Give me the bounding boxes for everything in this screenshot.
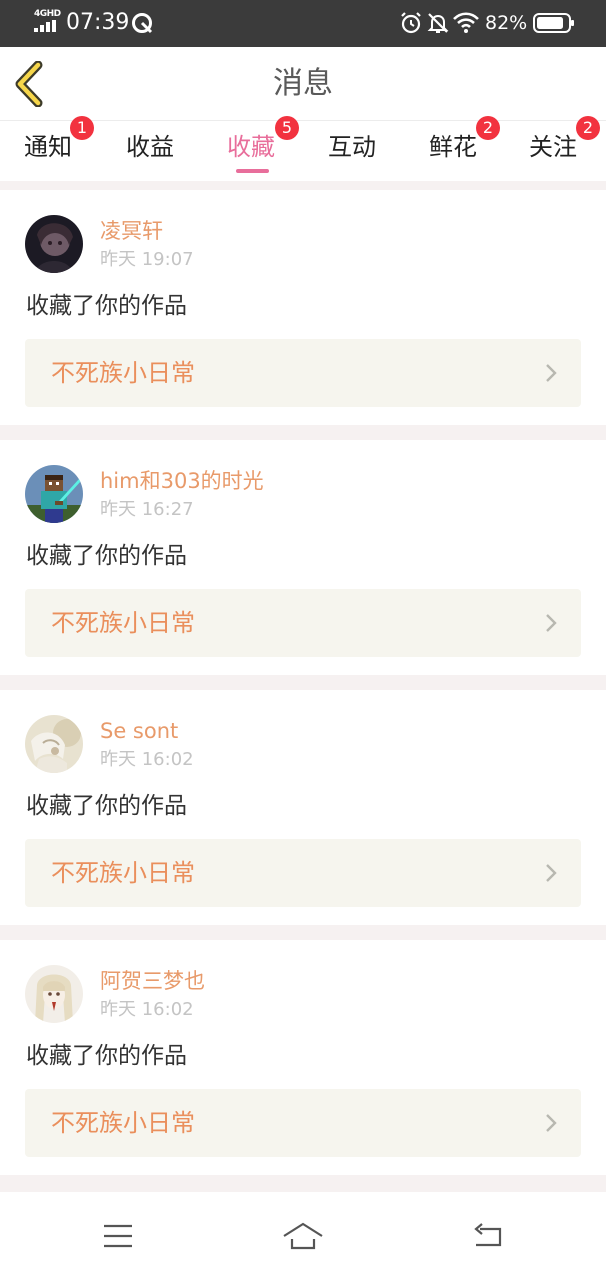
chevron-right-icon <box>546 1114 557 1132</box>
username-link[interactable]: Se sont <box>100 718 178 744</box>
tab-interactions[interactable]: 互动 <box>303 121 403 181</box>
app-root: 4GHD 07:39 82% 消息 通知 1 收益 收藏 5 互动 鲜花 2 关… <box>0 0 606 1280</box>
tab-notifications[interactable]: 通知 1 <box>0 116 100 181</box>
timestamp: 昨天 16:02 <box>100 749 194 770</box>
unread-badge: 5 <box>275 116 299 140</box>
tab-bar: 通知 1 收益 收藏 5 互动 鲜花 2 关注 2 <box>0 116 606 181</box>
timestamp: 昨天 16:02 <box>100 999 194 1020</box>
work-title: 不死族小日常 <box>51 609 195 637</box>
tab-label: 鲜花 <box>429 133 477 161</box>
username-link[interactable]: 阿贺三梦也 <box>100 968 205 994</box>
app-notification-icon <box>132 13 153 34</box>
home-icon <box>283 1222 323 1250</box>
tab-label: 收益 <box>126 133 174 161</box>
avatar[interactable] <box>25 465 83 523</box>
avatar[interactable] <box>25 715 83 773</box>
work-link[interactable]: 不死族小日常 <box>25 1089 581 1157</box>
home-button[interactable] <box>273 1214 333 1258</box>
action-text: 收藏了你的作品 <box>26 293 187 319</box>
bell-mute-icon <box>427 13 449 33</box>
tab-follows[interactable]: 关注 2 <box>505 116 606 181</box>
network-indicator: 4GHD <box>33 9 63 33</box>
menu-icon <box>104 1224 132 1248</box>
work-title: 不死族小日常 <box>51 859 195 887</box>
active-tab-indicator <box>236 169 269 173</box>
timestamp: 昨天 19:07 <box>100 249 194 270</box>
work-title: 不死族小日常 <box>51 359 195 387</box>
username-link[interactable]: him和303的时光 <box>100 468 264 494</box>
page-title: 消息 <box>273 66 333 101</box>
list-item: Se sont 昨天 16:02 收藏了你的作品 不死族小日常 <box>0 690 606 925</box>
chevron-right-icon <box>546 864 557 882</box>
tab-label: 互动 <box>328 133 376 161</box>
network-type: 4GHD <box>34 9 61 19</box>
battery-icon <box>533 13 574 33</box>
work-link[interactable]: 不死族小日常 <box>25 339 581 407</box>
back-nav-button[interactable] <box>458 1214 518 1258</box>
action-text: 收藏了你的作品 <box>26 1043 187 1069</box>
alarm-icon <box>401 12 421 34</box>
unread-badge: 1 <box>70 116 94 140</box>
tab-favorites[interactable]: 收藏 5 <box>202 116 302 181</box>
chevron-right-icon <box>546 614 557 632</box>
unread-badge: 2 <box>476 116 500 140</box>
battery-percent: 82% <box>485 12 528 34</box>
tab-label: 通知 <box>24 133 72 161</box>
timestamp: 昨天 16:27 <box>100 499 194 520</box>
menu-button[interactable] <box>88 1214 148 1258</box>
action-text: 收藏了你的作品 <box>26 793 187 819</box>
back-icon <box>474 1223 502 1247</box>
action-text: 收藏了你的作品 <box>26 543 187 569</box>
work-title: 不死族小日常 <box>51 1109 195 1137</box>
work-link[interactable]: 不死族小日常 <box>25 839 581 907</box>
list-item: 凌冥轩 昨天 19:07 收藏了你的作品 不死族小日常 <box>0 190 606 425</box>
list-item: 阿贺三梦也 昨天 16:02 收藏了你的作品 不死族小日常 <box>0 940 606 1175</box>
list-item: him和303的时光 昨天 16:27 收藏了你的作品 不死族小日常 <box>0 440 606 675</box>
tab-earnings[interactable]: 收益 <box>101 121 201 181</box>
clock: 07:39 <box>66 10 130 35</box>
work-link[interactable]: 不死族小日常 <box>25 589 581 657</box>
wifi-icon <box>453 12 479 33</box>
tab-label: 收藏 <box>227 133 275 161</box>
header: 消息 <box>0 47 606 121</box>
avatar[interactable] <box>25 965 83 1023</box>
signal-icon <box>34 20 56 32</box>
tab-label: 关注 <box>529 133 577 161</box>
tab-flowers[interactable]: 鲜花 2 <box>404 116 504 181</box>
status-bar: 4GHD 07:39 82% <box>0 0 606 47</box>
system-nav-bar <box>0 1192 606 1280</box>
chevron-right-icon <box>546 364 557 382</box>
username-link[interactable]: 凌冥轩 <box>100 218 163 244</box>
avatar[interactable] <box>25 215 83 273</box>
unread-badge: 2 <box>576 116 600 140</box>
